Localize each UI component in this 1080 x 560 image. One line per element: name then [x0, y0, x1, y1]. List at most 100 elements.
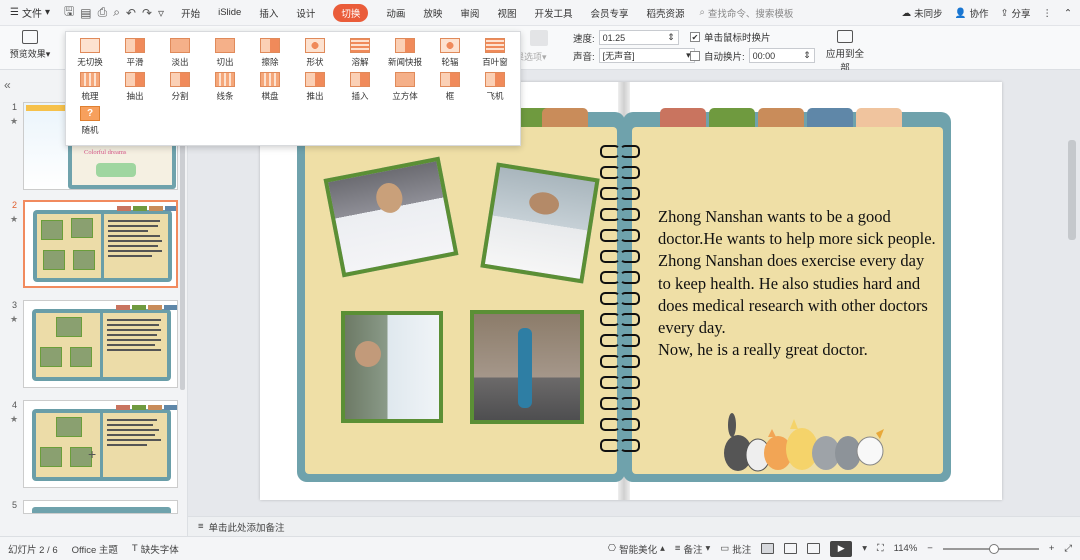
effect-none[interactable]: 无切换	[68, 38, 112, 68]
spinner-icon[interactable]: ⇕	[667, 32, 675, 43]
binder-ring	[600, 187, 640, 200]
status-right: ⎔ 智能美化 ▴ ≡ 备注 ▾ ▭ 批注 ▶ ▾ ⛶ 114% − + ⤢	[608, 540, 1072, 557]
tab-member[interactable]: 会员专享	[581, 0, 637, 26]
slide-thumbnail[interactable]	[23, 500, 178, 514]
tab-transition[interactable]: 切换	[324, 0, 377, 26]
doctor-photo-2[interactable]	[480, 162, 600, 284]
effect-newsflash[interactable]: 新闻快报	[383, 38, 427, 68]
theme-name[interactable]: Office 主题	[72, 542, 118, 556]
preview-effect-button[interactable]: 预览效果▾	[8, 30, 52, 60]
animals-illustration[interactable]	[720, 407, 900, 473]
collapse-ribbon-button[interactable]: ⌃	[1064, 8, 1072, 19]
canvas-scrollbar[interactable]	[1068, 140, 1076, 240]
tab-slideshow[interactable]: 放映	[414, 0, 451, 26]
effect-push[interactable]: 推出	[293, 72, 337, 102]
export-pdf-icon[interactable]: ▤	[80, 6, 91, 20]
effect-fade[interactable]: 淡出	[158, 38, 202, 68]
chevron-down-icon[interactable]: ▾	[862, 543, 867, 554]
effect-lines[interactable]: 线条	[203, 72, 247, 102]
effect-random[interactable]: ? 随机	[68, 106, 112, 136]
effect-shape[interactable]: 形状	[293, 38, 337, 68]
speed-input[interactable]: 01.25 ⇕	[598, 30, 679, 45]
save-icon[interactable]: 🖫	[64, 2, 74, 23]
slide-body-text[interactable]: Zhong Nanshan wants to be a good doctor.…	[658, 206, 938, 361]
notes-area[interactable]: ≡ 单击此处添加备注	[188, 516, 1080, 536]
zoom-out-icon[interactable]: −	[927, 543, 933, 554]
tab-home[interactable]: 开始	[172, 0, 209, 26]
effect-label: 分割	[171, 91, 189, 101]
effect-airplane[interactable]: 飞机	[473, 72, 517, 102]
redo-icon[interactable]: ↷	[142, 6, 152, 20]
more-options-button[interactable]: ⋮	[1043, 8, 1053, 19]
zoom-slider-knob[interactable]	[988, 543, 999, 554]
effect-blinds[interactable]: 百叶窗	[473, 38, 517, 68]
effect-morph[interactable]: 平滑	[113, 38, 157, 68]
file-menu[interactable]: ☰ 文件 ▾	[0, 5, 56, 20]
effect-comb[interactable]: 梳理	[68, 72, 112, 102]
sorter-view-icon[interactable]	[784, 543, 798, 554]
print-icon[interactable]: ⎙	[98, 5, 108, 20]
tab-docer-label: 稻壳资源	[646, 8, 685, 20]
slide-thumbnail-active[interactable]	[23, 200, 178, 288]
tab-view[interactable]: 视图	[488, 0, 525, 26]
undo-icon[interactable]: ↶	[126, 6, 136, 20]
print-preview-icon[interactable]: ⌕	[113, 5, 120, 20]
effect-pull[interactable]: 抽出	[113, 72, 157, 102]
sound-select[interactable]: [无声音] ▾	[598, 48, 695, 63]
collapse-panel-icon[interactable]: «	[4, 78, 11, 92]
tab-developer-label: 开发工具	[534, 8, 573, 20]
zoom-level[interactable]: 114%	[894, 543, 918, 554]
mini-page-left	[36, 313, 100, 377]
comments-button[interactable]: ▭ 批注	[720, 542, 751, 556]
tab-review[interactable]: 审阅	[451, 0, 488, 26]
tab-islide[interactable]: iSlide	[209, 0, 250, 26]
fit-window-icon[interactable]: ⛶	[877, 543, 884, 554]
play-icon[interactable]: ▶	[830, 540, 853, 557]
zoom-slider[interactable]	[942, 543, 1039, 554]
zoom-in-icon[interactable]: +	[1049, 543, 1055, 554]
exercise-photo[interactable]	[470, 310, 584, 424]
effect-cut[interactable]: 切出	[203, 38, 247, 68]
book-tab	[660, 108, 706, 128]
tab-design[interactable]: 设计	[287, 0, 324, 26]
spinner-icon[interactable]: ⇕	[803, 50, 811, 61]
tab-animation[interactable]: 动画	[377, 0, 414, 26]
collab-button[interactable]: 👤 协作	[955, 6, 989, 21]
click-advance-label: 单击鼠标时换片	[704, 33, 771, 44]
expand-icon[interactable]: ⤢	[1064, 543, 1072, 554]
auto-advance-time-input[interactable]: 00:00 ⇕	[748, 48, 815, 63]
add-slide-button[interactable]: +	[88, 446, 96, 462]
tab-insert-label: 插入	[259, 8, 279, 20]
effect-dissolve[interactable]: 溶解	[338, 38, 382, 68]
doctor-photo-3[interactable]	[341, 311, 443, 423]
tab-docer[interactable]: 稻壳资源	[637, 0, 693, 26]
tab-insert[interactable]: 插入	[250, 0, 287, 26]
reading-view-icon[interactable]	[807, 543, 821, 554]
auto-advance-checkbox[interactable]: 自动换片:	[690, 49, 745, 63]
slide-thumbnail[interactable]	[23, 400, 178, 488]
normal-view-icon[interactable]	[761, 543, 775, 554]
binder-ring	[600, 166, 640, 179]
effect-insert[interactable]: 插入	[338, 72, 382, 102]
effect-wheel[interactable]: 轮辐	[428, 38, 472, 68]
effect-checkerboard[interactable]: 棋盘	[248, 72, 292, 102]
more-icon[interactable]: ▿	[158, 6, 164, 20]
click-advance-checkbox[interactable]: ✔ 单击鼠标时换片	[690, 30, 771, 44]
notes-toggle-button[interactable]: ≡ 备注 ▾	[675, 542, 710, 556]
apply-to-all-button[interactable]: 应用到全部	[822, 30, 868, 74]
menubar-right: ☁ 未同步 👤 协作 ⇪ 分享 ⋮ ⌃	[902, 0, 1072, 26]
smart-beautify-label: 智能美化	[619, 544, 658, 556]
ribbon-tabs: 开始 iSlide 插入 设计 切换 动画 放映 审阅 视图 开发工具 会员专享…	[172, 0, 693, 26]
share-button[interactable]: ⇪ 分享	[1001, 6, 1031, 21]
smart-beautify-button[interactable]: ⎔ 智能美化 ▴	[608, 542, 665, 556]
effect-wipe[interactable]: 擦除	[248, 38, 292, 68]
tab-developer[interactable]: 开发工具	[525, 0, 581, 26]
sync-button[interactable]: ☁ 未同步	[902, 6, 943, 21]
effect-split[interactable]: 分割	[158, 72, 202, 102]
effect-box[interactable]: 框	[428, 72, 472, 102]
command-search[interactable]: ⌕ 查找命令、搜索模板	[700, 6, 794, 20]
star-icon: ★	[10, 314, 19, 324]
missing-font-button[interactable]: T 缺失字体	[132, 542, 179, 556]
slide-thumbnail[interactable]	[23, 300, 178, 388]
effect-cube[interactable]: 立方体	[383, 72, 427, 102]
